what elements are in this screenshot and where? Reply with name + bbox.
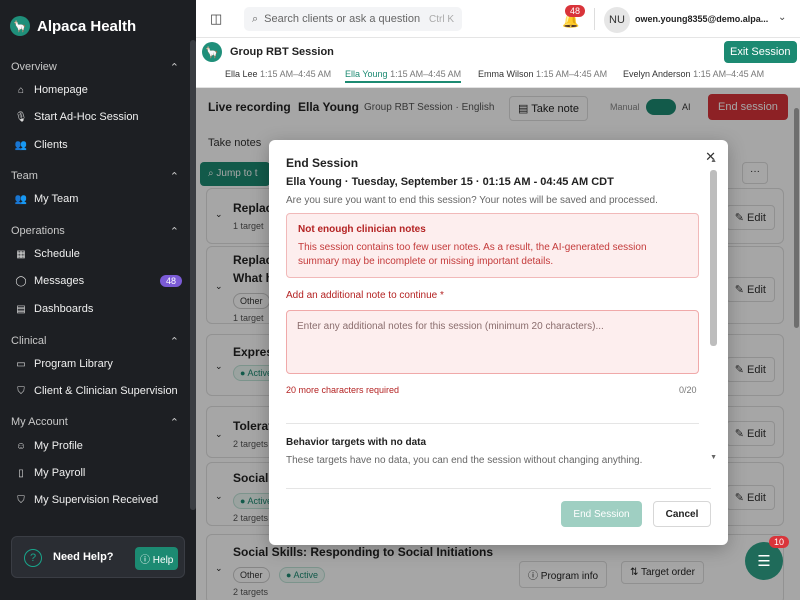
sidebar-item-my-team[interactable]: 👥 My Team: [14, 193, 182, 205]
modal-scrollbar[interactable]: [710, 170, 717, 346]
checklist-icon: ☰: [757, 553, 771, 570]
session-header: 🦙 Group RBT Session Exit Session Ella Le…: [196, 38, 800, 88]
shield-check-icon: ⛉: [17, 385, 25, 397]
top-bar: ◫ ⌕ Search clients or ask a question Ctr…: [196, 0, 800, 38]
users-icon: 👥: [14, 139, 28, 151]
divider: [594, 8, 595, 30]
shield-check-icon: ⛉: [17, 494, 25, 506]
avatar[interactable]: NU: [604, 7, 630, 33]
warning-title: Not enough clinician notes: [298, 224, 426, 235]
chevron-up-icon: ⌃: [169, 226, 179, 238]
help-card: ? Need Help? ⓘ Help: [11, 536, 185, 578]
modal-confirm-text: Are you sure you want to end this sessio…: [286, 195, 658, 206]
dashboard-icon: ▤: [16, 303, 26, 315]
section-team[interactable]: Team ⌃: [11, 170, 179, 183]
book-icon: ▭: [16, 358, 26, 370]
end-session-button[interactable]: End Session: [561, 501, 642, 527]
additional-note-textarea[interactable]: Enter any additional notes for this sess…: [286, 310, 699, 374]
divider: [286, 423, 699, 424]
help-title: Need Help?: [53, 551, 114, 563]
section-operations[interactable]: Operations ⌃: [11, 225, 179, 238]
chevron-up-icon: ⌃: [169, 62, 179, 74]
warning-box: Not enough clinician notes This session …: [286, 213, 699, 278]
help-button[interactable]: ⓘ Help: [135, 547, 179, 570]
brand[interactable]: 🦙 Alpaca Health: [10, 16, 136, 36]
sidebar-item-my-profile[interactable]: ☺ My Profile: [14, 440, 182, 452]
sidebar-item-start-ad-hoc-session[interactable]: 🎙 Start Ad-Hoc Session: [14, 111, 182, 123]
scroll-down-icon[interactable]: ▼: [710, 454, 717, 461]
user-icon: ☺: [15, 440, 27, 452]
exit-session-button[interactable]: Exit Session: [724, 41, 797, 63]
sidebar-item-schedule[interactable]: ▦ Schedule: [14, 248, 182, 260]
home-icon: ⌂: [17, 84, 25, 96]
chevron-up-icon: ⌃: [169, 171, 179, 183]
chevron-up-icon: ⌃: [169, 336, 179, 348]
team-icon: 👥: [14, 193, 28, 205]
chevron-up-icon: ⌃: [169, 417, 179, 429]
section-clinical[interactable]: Clinical ⌃: [11, 335, 179, 348]
modal-title: End Session: [286, 156, 359, 170]
scroll-up-icon[interactable]: ▲: [710, 157, 717, 164]
modal-subtitle: Ella Young · Tuesday, September 15 · 01:…: [286, 176, 614, 188]
sidebar-item-clients[interactable]: 👥 Clients: [14, 139, 182, 151]
search-icon: ⌕: [252, 12, 259, 25]
microphone-icon: 🎙: [14, 111, 28, 123]
sidebar-toggle-icon[interactable]: ◫: [210, 11, 222, 27]
receipt-icon: ▯: [18, 467, 24, 479]
floating-checklist-button[interactable]: ☰ 10: [745, 536, 789, 580]
end-session-modal: ✕ End Session Ella Young · Tuesday, Sept…: [269, 140, 728, 545]
session-title: Group RBT Session: [230, 46, 334, 58]
brand-name: Alpaca Health: [37, 17, 137, 35]
sidebar-item-homepage[interactable]: ⌂ Homepage: [14, 84, 182, 96]
behavior-body: These targets have no data, you can end …: [286, 455, 643, 466]
section-my-account[interactable]: My Account ⌃: [11, 416, 179, 429]
sidebar-item-messages[interactable]: ◯ Messages 48: [14, 275, 182, 287]
behavior-title: Behavior targets with no data: [286, 437, 427, 448]
user-email[interactable]: owen.young8355@demo.alpa...: [635, 14, 768, 24]
messages-badge: 48: [159, 275, 182, 287]
alpaca-logo-icon: 🦙: [202, 42, 222, 62]
sidebar-item-dashboards[interactable]: ▤ Dashboards: [14, 303, 182, 315]
message-icon: ◯: [15, 275, 27, 287]
chars-required-hint: 20 more characters required: [286, 385, 400, 395]
calendar-icon: ▦: [16, 248, 26, 260]
notification-badge: 48: [565, 5, 586, 17]
search-shortcut: Ctrl K: [429, 13, 454, 25]
sidebar-item-client-clinician-supervision[interactable]: ⛉ Client & Clinician Supervision: [14, 385, 182, 397]
sidebar-item-my-payroll[interactable]: ▯ My Payroll: [14, 467, 182, 479]
sidebar-item-program-library[interactable]: ▭ Program Library: [14, 358, 182, 370]
sidebar-item-my-supervision-received[interactable]: ⛉ My Supervision Received: [14, 494, 182, 506]
search-input[interactable]: ⌕ Search clients or ask a question Ctrl …: [244, 7, 462, 31]
tab-ella-young[interactable]: Ella Young 1:15 AM–4:45 AM: [345, 69, 462, 83]
tab-ella-lee[interactable]: Ella Lee 1:15 AM–4:45 AM: [225, 69, 331, 79]
sidebar: 🦙 Alpaca Health Overview ⌃ ⌂ Homepage 🎙 Sta…: [0, 0, 196, 600]
chevron-down-icon[interactable]: ⌄: [778, 12, 786, 23]
alpaca-logo-icon: 🦙: [10, 16, 30, 36]
section-overview[interactable]: Overview ⌃: [11, 61, 179, 74]
question-icon: ?: [24, 549, 42, 567]
fab-badge: 10: [768, 536, 789, 548]
note-label: Add an additional note to continue *: [286, 290, 444, 301]
cancel-button[interactable]: Cancel: [653, 501, 711, 527]
divider: [286, 488, 711, 489]
char-counter: 0/20: [679, 385, 697, 395]
warning-body: This session contains too few user notes…: [298, 242, 647, 267]
tab-emma-wilson[interactable]: Emma Wilson 1:15 AM–4:45 AM: [478, 69, 607, 79]
tab-evelyn-anderson[interactable]: Evelyn Anderson 1:15 AM–4:45 AM: [623, 69, 764, 79]
